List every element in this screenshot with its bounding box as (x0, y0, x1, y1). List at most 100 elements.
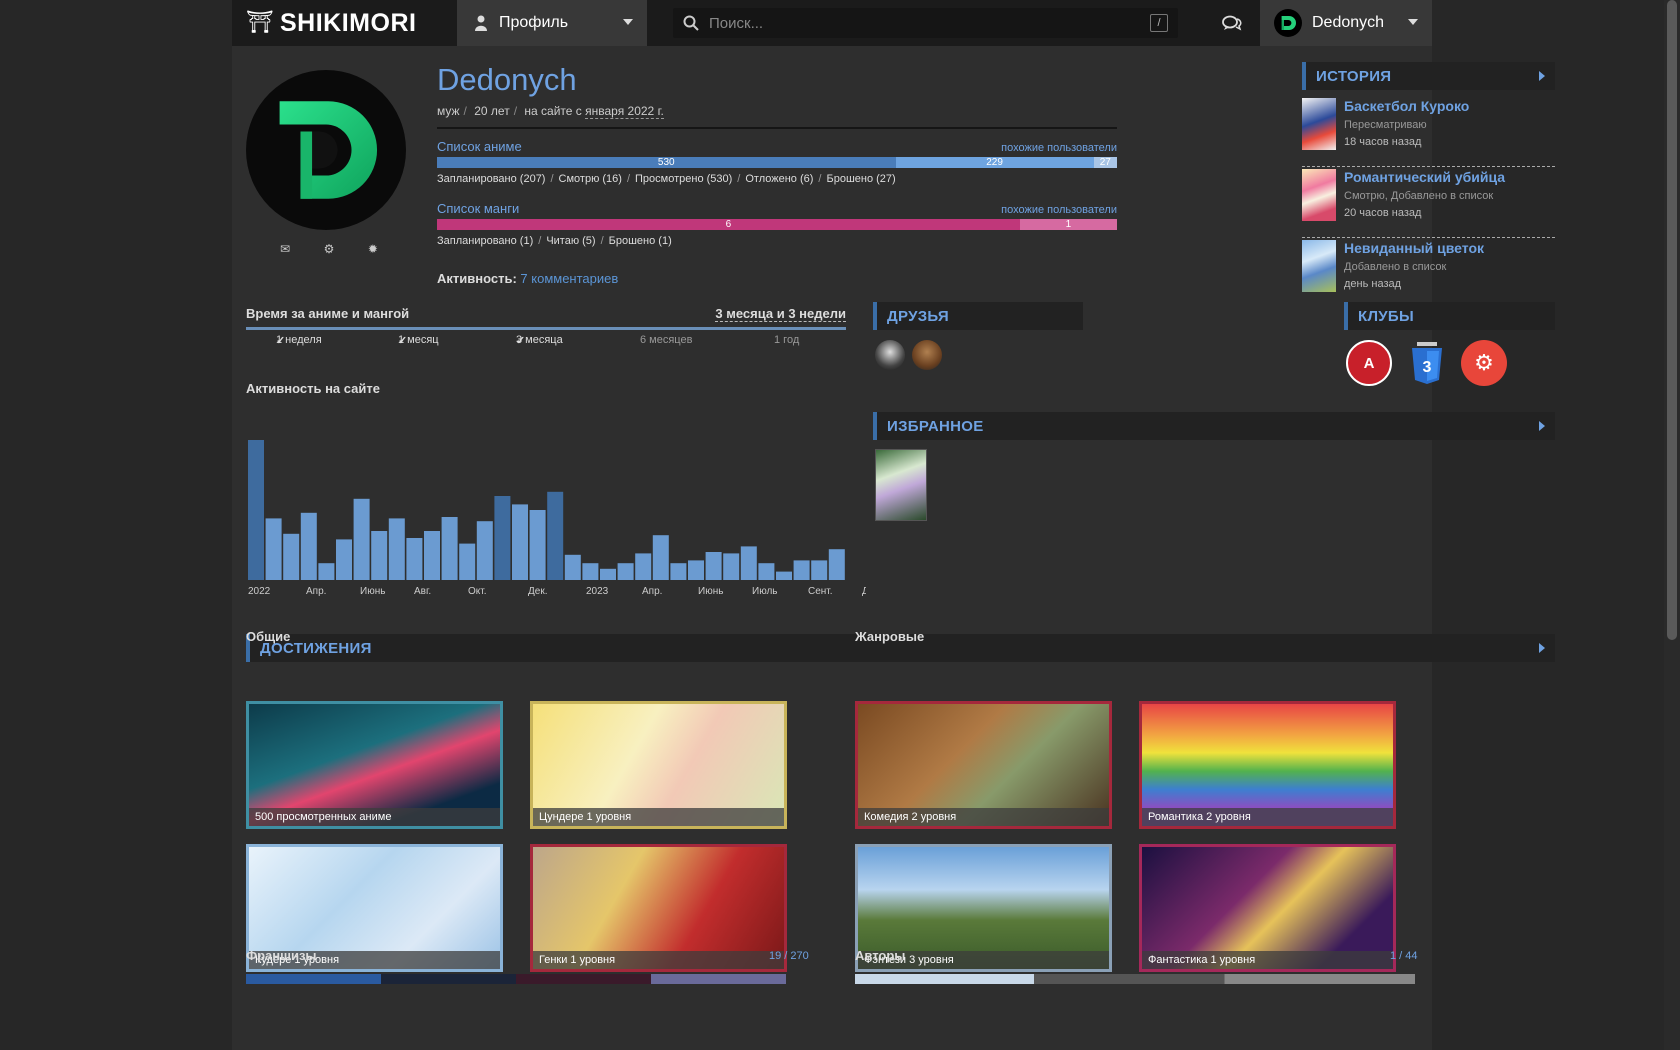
achievement-label: Цундере 1 уровня (533, 808, 784, 826)
activity-bar[interactable] (600, 568, 616, 580)
manga-bar-segment[interactable]: 6 (437, 219, 1020, 230)
friend-avatar[interactable] (875, 340, 905, 370)
page-scrollbar[interactable] (1664, 0, 1680, 1050)
anime-list-link[interactable]: Список аниме (437, 139, 522, 154)
time-spent-value[interactable]: 3 месяца и 3 недели (715, 306, 846, 322)
history-title-link[interactable]: Баскетбол Куроко (1344, 98, 1469, 114)
user-menu-button[interactable]: Dedonych (1260, 0, 1432, 46)
general-achievement-tile[interactable]: Цундере 1 уровня (530, 701, 787, 829)
activity-bar[interactable] (371, 531, 388, 580)
activity-tick-label: Апр. (306, 586, 326, 597)
manga-stat-item[interactable]: Запланировано (1) (437, 235, 533, 247)
profile-menu-button[interactable]: Профиль (457, 0, 647, 46)
time-mark: ✓ 3 месяца (516, 334, 563, 347)
activity-bar[interactable] (529, 510, 546, 580)
activity-bar[interactable] (635, 553, 652, 580)
activity-bar[interactable] (388, 518, 405, 580)
search-input[interactable] (709, 14, 1140, 32)
activity-bar[interactable] (740, 546, 757, 580)
activity-bar[interactable] (441, 517, 458, 580)
css3-icon: 3 (1412, 342, 1442, 384)
genre-achievement-tile[interactable]: Романтика 2 уровня (1139, 701, 1396, 829)
anime-bar-segment[interactable]: 530 (437, 157, 896, 168)
anime-similar-users-link[interactable]: похожие пользователи (1001, 142, 1117, 154)
authors-strip[interactable] (855, 974, 1415, 984)
activity-bar[interactable] (459, 543, 476, 580)
anime-stat-item[interactable]: Отложено (6) (745, 173, 813, 185)
history-item[interactable]: Баскетбол Куроко Пересматриваю 18 часов … (1302, 98, 1555, 164)
activity-bar[interactable] (283, 533, 300, 580)
manga-stat-item[interactable]: Брошено (1) (609, 235, 672, 247)
history-header[interactable]: ИСТОРИЯ (1302, 62, 1555, 90)
scrollbar-thumb[interactable] (1667, 0, 1677, 640)
general-achievement-tile[interactable]: 500 просмотренных аниме (246, 701, 503, 829)
genre-achievement-tile[interactable]: Комедия 2 уровня (855, 701, 1112, 829)
site-logo[interactable]: ⛩ SHIKIMORI (232, 0, 457, 46)
activity-bar[interactable] (406, 538, 423, 580)
activity-bar[interactable] (494, 496, 511, 580)
messages-button[interactable] (1204, 0, 1260, 46)
history-title-link[interactable]: Романтический убийца (1344, 169, 1505, 185)
franchises-strip[interactable] (246, 974, 786, 984)
friends-title: ДРУЗЬЯ (887, 307, 950, 325)
manga-bar-segment[interactable]: 1 (1019, 219, 1117, 230)
activity-bar[interactable] (758, 563, 775, 580)
friends-gear-icon[interactable]: ⚙ (324, 242, 335, 256)
activity-bar[interactable] (353, 498, 370, 580)
franchises-count[interactable]: 19 / 270 (769, 950, 809, 962)
anime-stat-item[interactable]: Запланировано (207) (437, 173, 545, 185)
activity-bar[interactable] (582, 563, 599, 580)
activity-bar[interactable] (336, 539, 352, 580)
activity-bar[interactable] (776, 571, 792, 580)
activity-bar[interactable] (564, 554, 581, 580)
club-css-logo[interactable]: 3 (1404, 340, 1450, 386)
activity-bar[interactable] (424, 531, 440, 580)
activity-bar[interactable] (248, 440, 264, 580)
anime-list-bar[interactable]: 530 229 27 (437, 157, 1117, 168)
activity-bar[interactable] (265, 518, 282, 580)
activity-bar[interactable] (723, 553, 740, 580)
friend-avatar[interactable] (912, 340, 942, 370)
friends-header[interactable]: ДРУЗЬЯ (873, 302, 1083, 330)
anime-stat-item[interactable]: Смотрю (16) (559, 173, 622, 185)
history-title: ИСТОРИЯ (1316, 67, 1392, 85)
activity-bar[interactable] (547, 491, 564, 580)
activity-bar[interactable] (512, 504, 528, 580)
favourite-poster[interactable] (875, 449, 927, 521)
anime-bar-segment[interactable]: 27 (1093, 157, 1117, 168)
stat-separator: / (600, 235, 604, 247)
club-animedia-logo[interactable]: A (1346, 340, 1392, 386)
manga-list-link[interactable]: Список манги (437, 201, 519, 216)
clubs-header[interactable]: КЛУБЫ (1344, 302, 1555, 330)
history-item[interactable]: Романтический убийца Смотрю, Добавлено в… (1302, 169, 1555, 235)
anime-bar-segment[interactable]: 229 (895, 157, 1094, 168)
manga-stat-item[interactable]: Читаю (5) (546, 235, 595, 247)
anime-stat-item[interactable]: Просмотрено (530) (635, 173, 732, 185)
profile-avatar[interactable] (246, 70, 406, 230)
manga-list-bar[interactable]: 61 (437, 219, 1117, 230)
general-achievement-tile[interactable]: Генки 1 уровня (530, 844, 787, 972)
activity-bar[interactable] (705, 552, 722, 580)
activity-bar[interactable] (652, 535, 669, 580)
chevron-right-icon (1539, 643, 1545, 653)
activity-bar[interactable] (617, 563, 634, 580)
genre-achievement-tile[interactable]: Фантастика 1 уровня (1139, 844, 1396, 972)
club-gears-logo[interactable]: ⚙ (1461, 340, 1507, 386)
activity-bar[interactable] (828, 549, 845, 580)
anime-stat-item[interactable]: Брошено (27) (826, 173, 895, 185)
activity-bar[interactable] (318, 563, 335, 580)
authors-count[interactable]: 1 / 44 (1390, 950, 1418, 962)
history-item[interactable]: Невиданный цветок Добавлено в список ден… (1302, 240, 1555, 306)
activity-bar[interactable] (793, 560, 810, 580)
mail-icon[interactable]: ✉ (280, 242, 290, 256)
favourites-header[interactable]: ИЗБРАННОЕ (873, 412, 1555, 440)
settings-icon[interactable]: ✹ (368, 242, 378, 256)
history-title-link[interactable]: Невиданный цветок (1344, 240, 1484, 256)
activity-bar[interactable] (811, 560, 828, 580)
activity-bar[interactable] (300, 512, 317, 580)
comments-link[interactable]: 7 комментариев (520, 271, 618, 286)
manga-similar-users-link[interactable]: похожие пользователи (1001, 204, 1117, 216)
activity-bar[interactable] (688, 560, 704, 580)
activity-bar[interactable] (670, 563, 687, 580)
activity-bar[interactable] (476, 521, 493, 580)
